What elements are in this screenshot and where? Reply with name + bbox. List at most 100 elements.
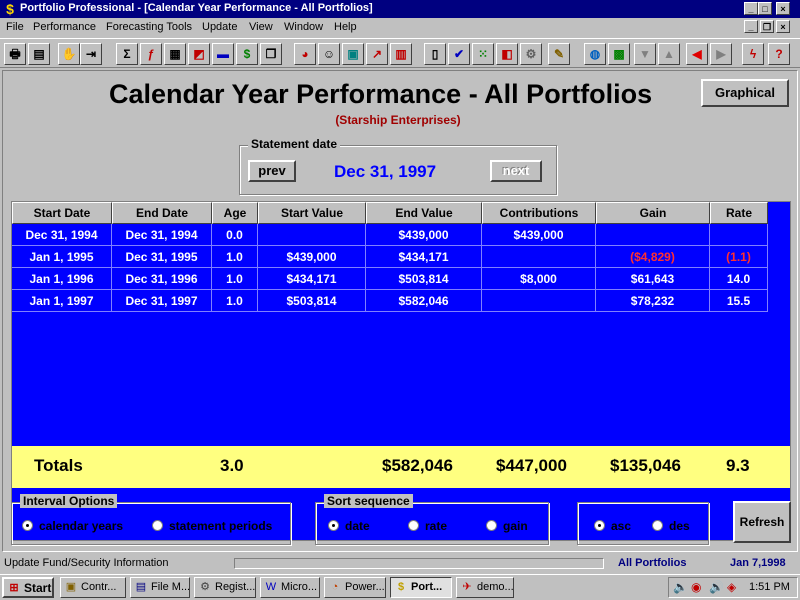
radio-empty-icon <box>486 520 497 531</box>
column-header[interactable]: Contributions <box>482 202 596 224</box>
globe-icon[interactable]: ◍ <box>584 43 606 65</box>
sigma-icon[interactable]: Σ <box>116 43 138 65</box>
maximize-button[interactable]: □ <box>758 2 772 15</box>
radio-empty-icon <box>652 520 663 531</box>
arrow-right-icon[interactable]: ▶ <box>710 43 732 65</box>
clock: 1:51 PM <box>749 581 790 593</box>
menu-performance[interactable]: Performance <box>33 21 96 33</box>
child-close-button[interactable]: × <box>776 20 790 33</box>
arrow-left-icon[interactable]: ◀ <box>686 43 708 65</box>
close-button[interactable]: × <box>776 2 790 15</box>
sort-gain-radio[interactable]: gain <box>486 519 528 533</box>
calculator-icon[interactable]: ▦ <box>164 43 186 65</box>
performance-grid[interactable]: Start Date End Date Age Start Value End Valu… <box>11 201 791 541</box>
speaker-icon[interactable]: 🔈 <box>673 580 688 594</box>
line-chart-icon[interactable]: ↗ <box>366 43 388 65</box>
taskbar-task[interactable]: W Micro... <box>260 577 320 598</box>
table-cell: (1.1) <box>710 246 768 268</box>
color-blocks-icon[interactable]: ◧ <box>496 43 518 65</box>
menu-window[interactable]: Window <box>284 21 323 33</box>
column-header[interactable]: End Value <box>366 202 482 224</box>
sort-date-radio[interactable]: date <box>328 519 370 533</box>
pencil-icon[interactable]: ✎ <box>548 43 570 65</box>
prev-button[interactable]: prev <box>248 160 296 182</box>
interval-calendar-years-radio[interactable]: calendar years <box>22 519 123 533</box>
book-icon[interactable]: ▯ <box>424 43 446 65</box>
taskbar-task[interactable]: ✈ demo... <box>456 577 514 598</box>
table-cell: 1.0 <box>212 246 258 268</box>
column-header[interactable]: Start Value <box>258 202 366 224</box>
menu-help[interactable]: Help <box>334 21 357 33</box>
tray-app-icon[interactable]: ◉ <box>691 580 701 594</box>
column-header[interactable]: Age <box>212 202 258 224</box>
windows-logo-icon: ⊞ <box>9 582 19 594</box>
table-cell: $439,000 <box>482 224 596 246</box>
taskbar-task[interactable]: ▣ Contr... <box>60 577 126 598</box>
column-header[interactable]: Start Date <box>12 202 112 224</box>
gear-icon[interactable]: ⚙ <box>520 43 542 65</box>
graphical-button[interactable]: Graphical <box>701 79 789 107</box>
file-manager-icon: ▤ <box>135 581 147 593</box>
print-icon[interactable]: 🖶 <box>4 43 26 65</box>
arrow-up-icon[interactable]: ▲ <box>658 43 680 65</box>
page-title: Calendar Year Performance - All Portfoli… <box>109 79 653 109</box>
preview-icon[interactable]: ▤ <box>28 43 50 65</box>
control-panel-icon: ▣ <box>65 581 77 593</box>
picture-icon[interactable]: ▩ <box>608 43 630 65</box>
refresh-button[interactable]: Refresh <box>733 501 791 543</box>
grid-dots-icon[interactable]: ⁙ <box>472 43 494 65</box>
status-message: Update Fund/Security Information <box>4 557 169 569</box>
next-button[interactable]: next <box>490 160 542 182</box>
totals-row: Totals 3.0 $582,046 $447,000 $135,046 9.… <box>12 446 790 488</box>
taskbar: ⊞ Start ▣ Contr... ▤ File M... ⚙ Regist... W Mi… <box>0 574 800 600</box>
calculator-green-icon[interactable]: ▣ <box>342 43 364 65</box>
taskbar-task[interactable]: ⚙ Regist... <box>194 577 256 598</box>
table-cell: $439,000 <box>366 224 482 246</box>
order-asc-radio[interactable]: asc <box>594 519 631 533</box>
money-bag-icon[interactable]: $ <box>236 43 258 65</box>
table-cell: $61,643 <box>596 268 710 290</box>
people-icon[interactable]: ☺ <box>318 43 340 65</box>
totals-contributions: $447,000 <box>496 456 567 475</box>
start-button[interactable]: ⊞ Start <box>2 577 54 598</box>
lightning-icon[interactable]: ϟ <box>742 43 764 65</box>
interval-statement-periods-radio[interactable]: statement periods <box>152 519 272 533</box>
arrow-down-icon[interactable]: ▼ <box>634 43 656 65</box>
table-cell <box>482 290 596 312</box>
check-shield-icon[interactable]: ✔ <box>448 43 470 65</box>
menu-update[interactable]: Update <box>202 21 237 33</box>
menu-file[interactable]: File <box>6 21 24 33</box>
child-minimize-button[interactable]: _ <box>744 20 758 33</box>
sort-rate-radio[interactable]: rate <box>408 519 447 533</box>
column-header[interactable]: Rate <box>710 202 768 224</box>
hand-icon[interactable]: ✋ <box>58 43 80 65</box>
column-header[interactable]: Gain <box>596 202 710 224</box>
table-cell <box>482 246 596 268</box>
bar-chart-icon[interactable]: ▥ <box>390 43 412 65</box>
exit-door-icon[interactable]: ⇥ <box>80 43 102 65</box>
pie-chart-icon[interactable]: ◕ <box>294 43 316 65</box>
sort-sequence-label: Sort sequence <box>324 494 413 508</box>
child-restore-button[interactable]: ❐ <box>760 20 774 33</box>
totals-end-value: $582,046 <box>382 456 453 475</box>
taskbar-task[interactable]: $ Port... <box>390 577 452 598</box>
help-icon[interactable]: ? <box>768 43 790 65</box>
chart-mix-icon[interactable]: ◩ <box>188 43 210 65</box>
taskbar-task[interactable]: ◔ Power... <box>324 577 386 598</box>
menu-view[interactable]: View <box>249 21 273 33</box>
volume-icon[interactable]: 🔊 <box>709 580 724 594</box>
function-icon[interactable]: ƒ <box>140 43 162 65</box>
order-des-radio[interactable]: des <box>652 519 690 533</box>
stacked-blocks-icon[interactable]: ▬ <box>212 43 234 65</box>
dollar-icon[interactable]: $ <box>3 1 17 17</box>
column-header[interactable]: End Date <box>112 202 212 224</box>
table-cell: $503,814 <box>366 268 482 290</box>
statement-date-label: Statement date <box>248 137 341 151</box>
documents-icon[interactable]: ❐ <box>260 43 282 65</box>
taskbar-task[interactable]: ▤ File M... <box>130 577 190 598</box>
menu-forecasting-tools[interactable]: Forecasting Tools <box>106 21 192 33</box>
totals-label: Totals <box>34 456 83 475</box>
minimize-button[interactable]: _ <box>744 2 758 15</box>
tray-alert-icon[interactable]: ◈ <box>727 580 736 594</box>
radio-empty-icon <box>152 520 163 531</box>
